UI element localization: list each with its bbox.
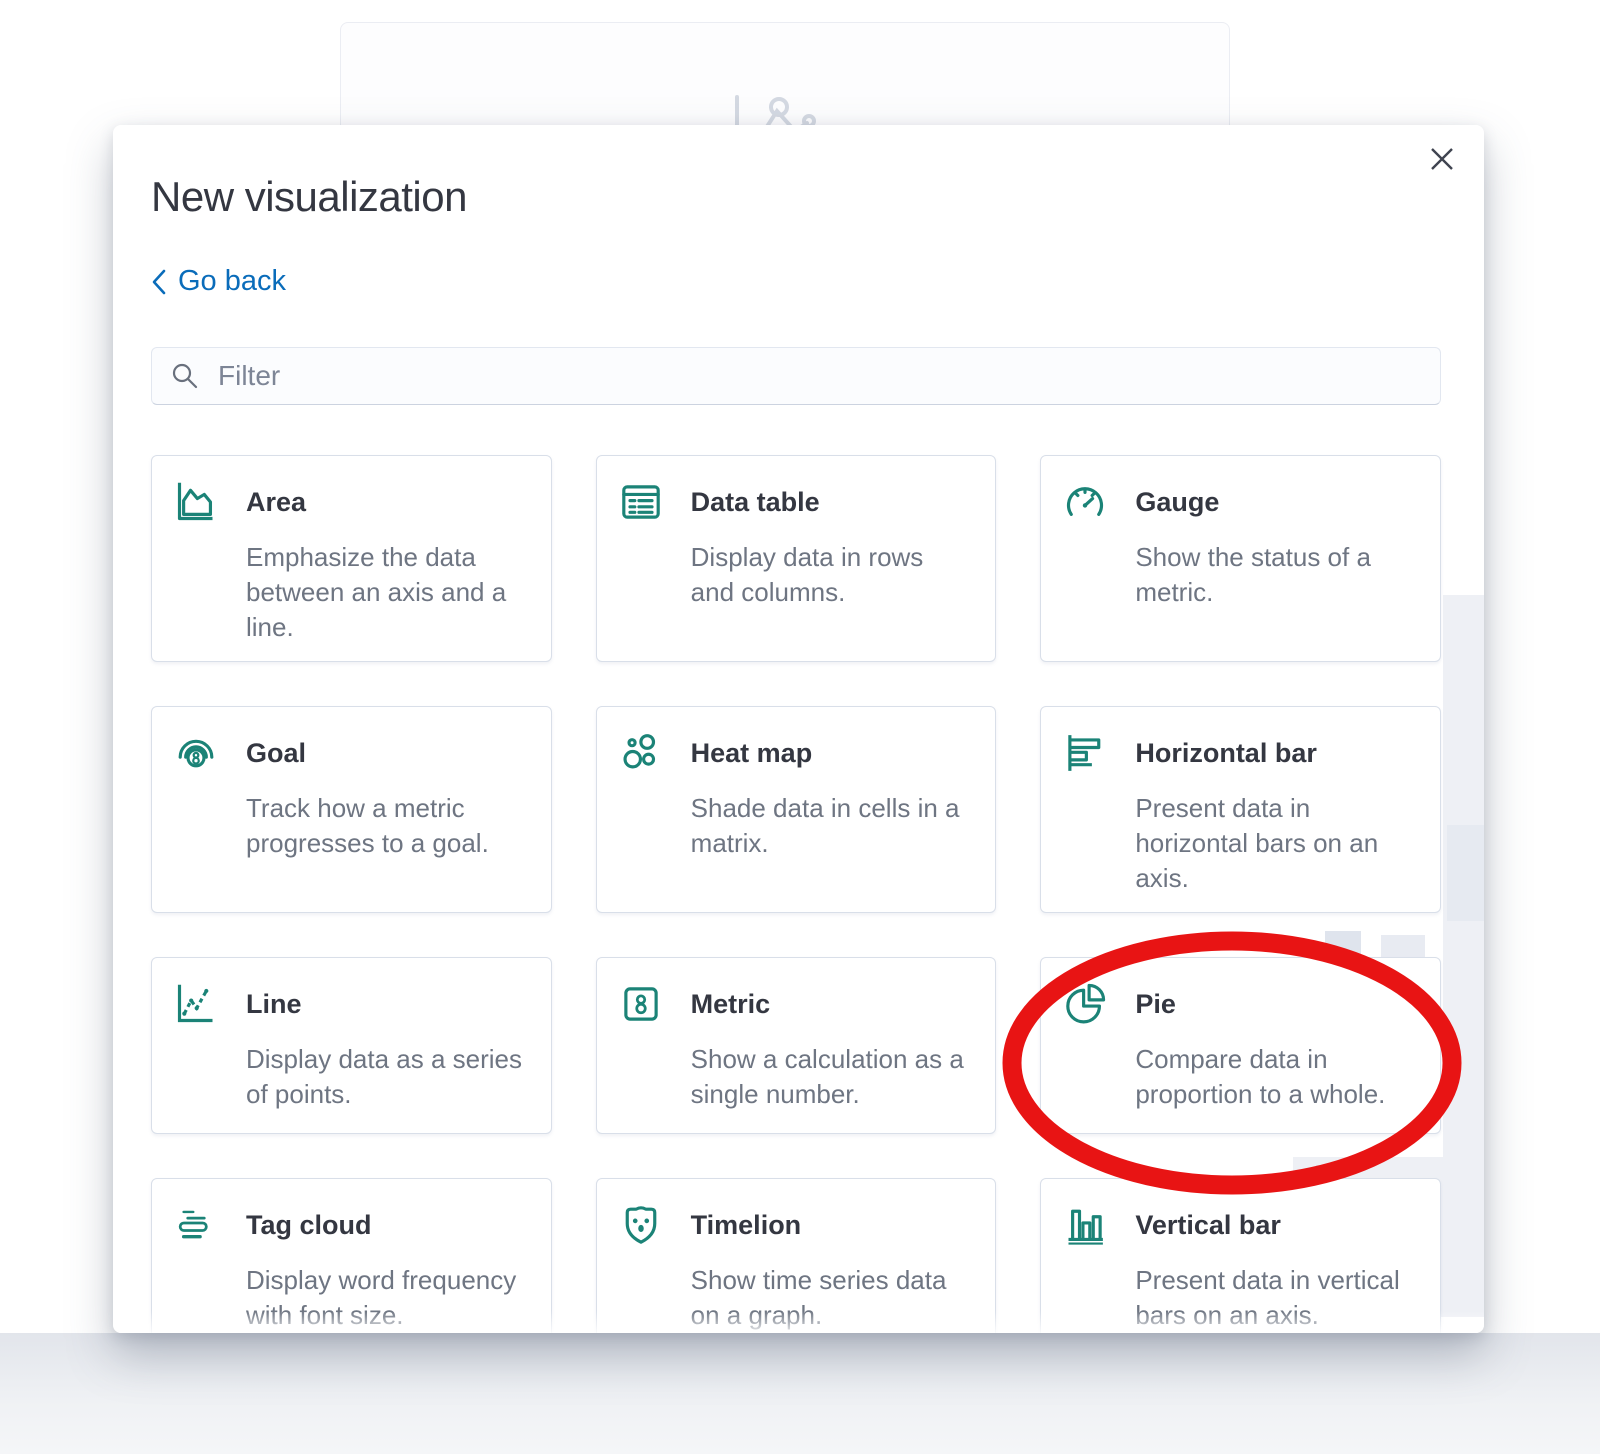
heat-map-icon — [619, 731, 663, 775]
area-chart-icon — [174, 480, 218, 524]
vis-card-area[interactable]: Area Emphasize the data between an axis … — [151, 455, 552, 662]
vis-card-description: Show time series data on a graph. — [691, 1263, 972, 1333]
vis-card-description: Compare data in proportion to a whole. — [1135, 1042, 1416, 1112]
visualization-type-grid: Area Emphasize the data between an axis … — [151, 455, 1441, 1333]
close-icon — [1428, 145, 1456, 173]
vis-card-title: Data table — [691, 487, 972, 518]
vis-card-title: Heat map — [691, 738, 972, 769]
vis-card-horizontal-bar[interactable]: Horizontal bar Present data in horizonta… — [1040, 706, 1441, 913]
vis-card-description: Present data in horizontal bars on an ax… — [1135, 791, 1416, 896]
vis-card-goal[interactable]: Goal Track how a metric progresses to a … — [151, 706, 552, 913]
vis-card-title: Horizontal bar — [1135, 738, 1416, 769]
go-back-label: Go back — [178, 265, 286, 298]
search-icon — [170, 361, 200, 391]
vis-card-description: Shade data in cells in a matrix. — [691, 791, 972, 861]
go-back-link[interactable]: Go back — [151, 265, 286, 298]
vis-card-description: Display data as a series of points. — [246, 1042, 527, 1112]
vis-card-tag-cloud[interactable]: Tag cloud Display word frequency with fo… — [151, 1178, 552, 1333]
horizontal-bar-icon — [1063, 731, 1107, 775]
vis-card-description: Present data in vertical bars on an axis… — [1135, 1263, 1416, 1333]
vis-card-description: Track how a metric progresses to a goal. — [246, 791, 527, 861]
vertical-bar-icon — [1063, 1203, 1107, 1247]
vis-card-metric[interactable]: Metric Show a calculation as a single nu… — [596, 957, 997, 1134]
background-artifact — [1447, 825, 1484, 921]
vis-card-pie[interactable]: Pie Compare data in proportion to a whol… — [1040, 957, 1441, 1134]
vis-card-heat-map[interactable]: Heat map Shade data in cells in a matrix… — [596, 706, 997, 913]
vis-card-title: Timelion — [691, 1210, 972, 1241]
pie-chart-icon — [1063, 982, 1107, 1026]
modal-title: New visualization — [151, 173, 467, 221]
vis-card-vertical-bar[interactable]: Vertical bar Present data in vertical ba… — [1040, 1178, 1441, 1333]
vis-card-description: Display word frequency with font size. — [246, 1263, 527, 1333]
vis-card-line[interactable]: Line Display data as a series of points. — [151, 957, 552, 1134]
vis-card-title: Goal — [246, 738, 527, 769]
vis-card-title: Gauge — [1135, 487, 1416, 518]
new-visualization-modal: New visualization Go back Area — [113, 125, 1484, 1333]
background-bottom-strip — [0, 1333, 1600, 1454]
gauge-icon — [1063, 480, 1107, 524]
vis-card-description: Emphasize the data between an axis and a… — [246, 540, 527, 645]
vis-card-data-table[interactable]: Data table Display data in rows and colu… — [596, 455, 997, 662]
filter-input[interactable] — [216, 347, 1440, 405]
data-table-icon — [619, 480, 663, 524]
tag-cloud-icon — [174, 1203, 218, 1247]
vis-card-title: Metric — [691, 989, 972, 1020]
vis-card-title: Pie — [1135, 989, 1416, 1020]
vis-card-title: Vertical bar — [1135, 1210, 1416, 1241]
metric-icon — [619, 982, 663, 1026]
vis-card-description: Display data in rows and columns. — [691, 540, 972, 610]
vis-card-gauge[interactable]: Gauge Show the status of a metric. — [1040, 455, 1441, 662]
line-chart-icon — [174, 982, 218, 1026]
chevron-left-icon — [151, 269, 166, 295]
vis-card-title: Tag cloud — [246, 1210, 527, 1241]
vis-card-title: Area — [246, 487, 527, 518]
vis-card-timelion[interactable]: Timelion Show time series data on a grap… — [596, 1178, 997, 1333]
timelion-icon — [619, 1203, 663, 1247]
close-button[interactable] — [1422, 139, 1462, 179]
vis-card-description: Show a calculation as a single number. — [691, 1042, 972, 1112]
goal-icon — [174, 731, 218, 775]
filter-search-box — [151, 347, 1441, 405]
vis-card-description: Show the status of a metric. — [1135, 540, 1416, 610]
vis-card-title: Line — [246, 989, 527, 1020]
